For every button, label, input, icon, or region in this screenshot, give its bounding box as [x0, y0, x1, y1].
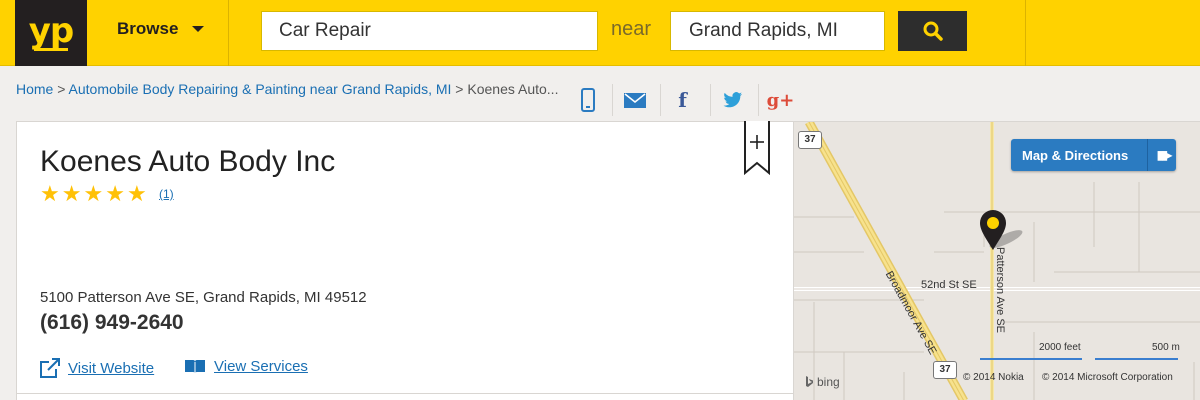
visit-website-link[interactable]: Visit Website — [40, 358, 154, 378]
search-icon — [923, 21, 943, 41]
rating-count-link[interactable]: (1) — [159, 187, 174, 201]
site-header: yp Browse Car Repair near Grand Rapids, … — [0, 0, 1200, 66]
view-services-link[interactable]: View Services — [184, 358, 308, 375]
route-shield-37: 37 — [933, 361, 957, 379]
logo-text: yp — [28, 10, 75, 51]
header-divider — [1025, 0, 1026, 66]
share-google-plus[interactable]: g+ — [758, 84, 802, 116]
search-where-input[interactable]: Grand Rapids, MI — [670, 11, 885, 51]
chevron-down-icon — [192, 26, 205, 32]
map-scale-feet: 2000 feet — [1039, 342, 1081, 353]
share-mobile[interactable] — [566, 84, 610, 116]
breadcrumb-separator: > — [451, 81, 468, 97]
breadcrumb-separator: > — [53, 81, 69, 97]
breadcrumb: Home > Automobile Body Repairing & Paint… — [16, 81, 558, 97]
external-link-icon — [40, 358, 60, 378]
search-button[interactable] — [898, 11, 967, 51]
route-shield-37: 37 — [798, 131, 822, 149]
bing-label: bing — [817, 375, 840, 389]
share-facebook[interactable]: f — [660, 84, 704, 116]
breadcrumb-current: Koenes Auto... — [467, 81, 559, 97]
search-what-input[interactable]: Car Repair — [261, 11, 598, 51]
breadcrumb-category[interactable]: Automobile Body Repairing & Painting nea… — [69, 81, 452, 97]
star-icon: ★ — [126, 181, 147, 206]
bing-logo: bing — [805, 375, 840, 389]
book-icon — [185, 359, 205, 374]
business-name: Koenes Auto Body Inc — [40, 145, 336, 178]
mobile-icon — [581, 88, 595, 112]
bookmark-button[interactable] — [744, 121, 770, 180]
copyright-microsoft: © 2014 Microsoft Corporation — [1042, 372, 1173, 383]
share-twitter[interactable] — [710, 84, 754, 116]
star-icon: ★ — [40, 181, 60, 206]
arrow-right-icon: ▮▮▸ — [1156, 148, 1172, 162]
near-label: near — [611, 18, 652, 40]
star-rating: ★ ★ ★ ★ ★ — [40, 183, 147, 205]
logo-underline — [34, 47, 68, 51]
business-address: 5100 Patterson Ave SE, Grand Rapids, MI … — [40, 289, 367, 306]
copyright-nokia: © 2014 Nokia — [963, 372, 1024, 383]
twitter-icon — [723, 92, 742, 108]
view-services-label: View Services — [214, 358, 308, 375]
card-divider — [16, 393, 794, 394]
email-icon — [623, 92, 646, 108]
bing-icon — [806, 376, 813, 387]
button-divider — [1147, 139, 1148, 171]
browse-label: Browse — [117, 19, 179, 38]
bookmark-icon — [744, 121, 770, 176]
street-label-52nd: 52nd St SE — [921, 279, 977, 291]
facebook-icon: f — [678, 88, 687, 112]
map-directions-button[interactable]: Map & Directions ▮▮▸ — [1011, 139, 1176, 171]
breadcrumb-home[interactable]: Home — [16, 81, 53, 97]
visit-website-label: Visit Website — [68, 359, 155, 377]
street-label-patterson: Patterson Ave SE — [994, 246, 1007, 334]
share-email[interactable] — [612, 84, 656, 116]
business-phone: (616) 949-2640 — [40, 311, 184, 334]
star-icon: ★ — [105, 181, 125, 206]
map-scale-meters: 500 m — [1152, 342, 1180, 353]
browse-menu[interactable]: Browse — [117, 19, 205, 39]
star-icon: ★ — [83, 181, 104, 206]
yp-logo[interactable]: yp — [15, 0, 87, 66]
map-directions-label: Map & Directions — [1022, 147, 1129, 163]
google-plus-icon: g+ — [766, 89, 795, 111]
header-divider — [228, 0, 229, 66]
star-icon: ★ — [61, 181, 82, 206]
